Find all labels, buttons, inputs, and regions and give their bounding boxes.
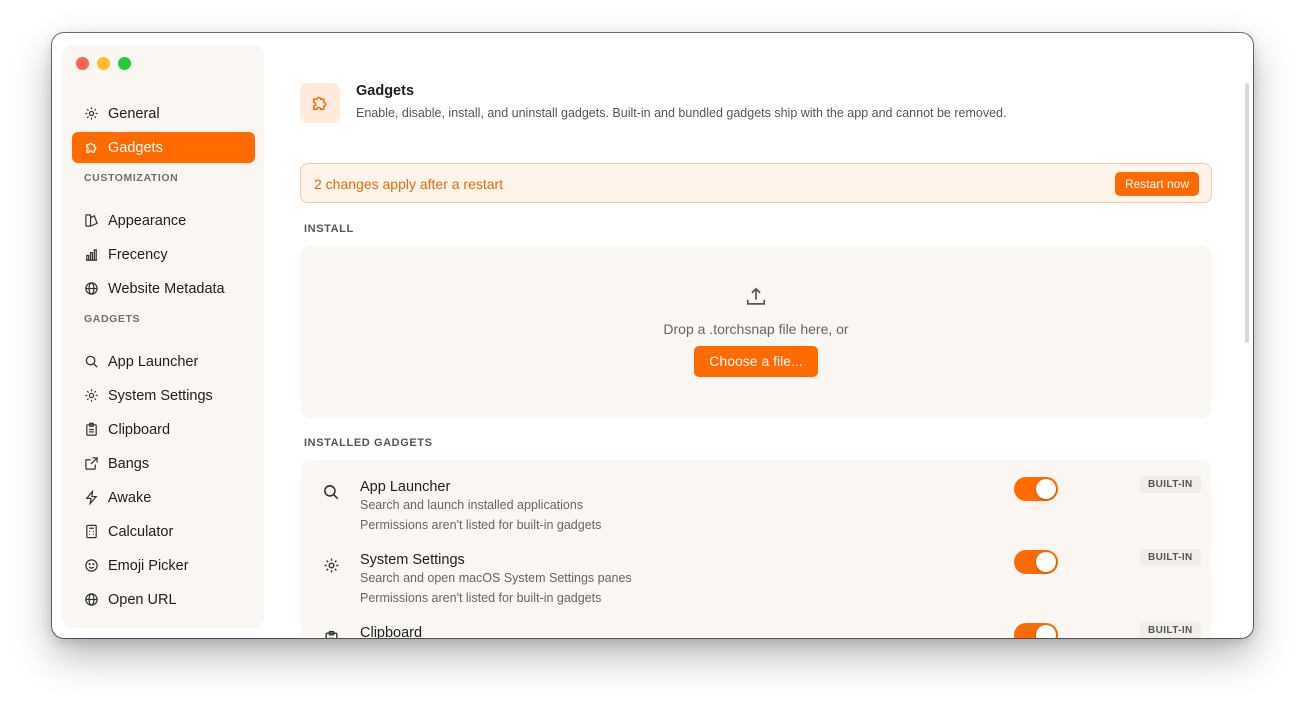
sidebar-section-customization: CUSTOMIZATION: [84, 172, 179, 184]
restart-banner: 2 changes apply after a restart Restart …: [300, 163, 1212, 203]
sidebar-item-label: Awake: [108, 489, 152, 506]
restart-now-button[interactable]: Restart now: [1114, 172, 1199, 196]
dropzone-text: Drop a .torchsnap file here, or: [663, 321, 849, 337]
header-icon-box: [300, 83, 340, 123]
sidebar-item-awake[interactable]: Awake: [72, 482, 255, 513]
toggle-knob: [1036, 552, 1056, 572]
settings-window: General Gadgets CUSTOMIZATION Appearance…: [52, 33, 1253, 638]
sidebar: General Gadgets CUSTOMIZATION Appearance…: [62, 45, 264, 628]
sidebar-item-label: Open URL: [108, 591, 177, 608]
sidebar-item-label: Gadgets: [108, 139, 163, 156]
search-icon: [324, 485, 339, 500]
sidebar-item-system-settings[interactable]: System Settings: [72, 380, 255, 411]
globe-icon: [85, 282, 98, 295]
gear-icon: [85, 389, 98, 402]
sidebar-item-label: General: [108, 105, 160, 122]
sidebar-item-website-metadata[interactable]: Website Metadata: [72, 273, 255, 304]
sidebar-item-bangs[interactable]: Bangs: [72, 448, 255, 479]
sidebar-item-label: Calculator: [108, 523, 174, 540]
gadget-name: App Launcher: [360, 479, 451, 495]
gadget-permissions: Permissions aren't listed for built-in g…: [360, 518, 602, 532]
choose-file-button[interactable]: Choose a file...: [694, 346, 818, 377]
gadget-name: System Settings: [360, 552, 465, 568]
external-link-icon: [85, 457, 98, 470]
close-window-button[interactable]: [76, 57, 89, 70]
sidebar-item-emoji-picker[interactable]: Emoji Picker: [72, 550, 255, 581]
built-in-badge: BUILT-IN: [1140, 476, 1201, 493]
sidebar-item-app-launcher[interactable]: App Launcher: [72, 346, 255, 377]
lightning-icon: [85, 490, 98, 505]
gadget-name: Clipboard: [360, 625, 423, 638]
built-in-badge: BUILT-IN: [1140, 622, 1201, 638]
sidebar-item-clipboard[interactable]: Clipboard: [72, 414, 255, 445]
sidebar-item-label: Appearance: [108, 212, 187, 229]
sidebar-item-calculator[interactable]: Calculator: [72, 516, 255, 547]
page-description: Enable, disable, install, and uninstall …: [356, 106, 1007, 120]
toggle-knob: [1036, 625, 1056, 638]
gadget-row-system-settings: System Settings Search and open macOS Sy…: [300, 533, 1212, 606]
minimize-window-button[interactable]: [97, 57, 110, 70]
smiley-icon: [85, 559, 98, 572]
sidebar-item-label: App Launcher: [108, 353, 199, 370]
search-icon: [85, 355, 98, 368]
sidebar-item-label: Emoji Picker: [108, 557, 189, 574]
page-title: Gadgets: [356, 83, 415, 99]
gadget-enabled-toggle[interactable]: [1014, 623, 1058, 638]
main-content: Gadgets Enable, disable, install, and un…: [300, 33, 1253, 638]
gear-icon: [324, 558, 338, 572]
globe-icon: [85, 593, 98, 606]
clipboard-icon: [324, 630, 338, 638]
installed-gadgets-list: App Launcher Search and launch installed…: [300, 460, 1212, 638]
upload-icon: [746, 287, 766, 305]
gadget-description: Search and open macOS System Settings pa…: [360, 571, 632, 585]
sidebar-item-label: System Settings: [108, 387, 213, 404]
gadget-description: Search and launch installed applications: [360, 498, 584, 512]
sidebar-item-gadgets[interactable]: Gadgets: [72, 132, 255, 163]
sidebar-item-label: Frecency: [108, 246, 168, 263]
sidebar-item-appearance[interactable]: Appearance: [72, 205, 255, 236]
clipboard-icon: [86, 422, 97, 436]
sidebar-item-frecency[interactable]: Frecency: [72, 239, 255, 270]
gadget-row-clipboard: Clipboard BUILT-IN: [300, 606, 1212, 638]
gear-icon: [85, 107, 98, 120]
calculator-icon: [86, 524, 97, 539]
gadget-row-app-launcher: App Launcher Search and launch installed…: [300, 460, 1212, 533]
gadget-permissions: Permissions aren't listed for built-in g…: [360, 591, 602, 605]
file-dropzone[interactable]: Drop a .torchsnap file here, or Choose a…: [300, 246, 1212, 418]
sidebar-item-label: Clipboard: [108, 421, 171, 438]
gadget-icon: [316, 623, 346, 638]
sidebar-item-open-url[interactable]: Open URL: [72, 584, 255, 615]
window-controls: [76, 57, 131, 70]
gadget-icon: [316, 550, 346, 580]
puzzle-icon: [313, 96, 327, 110]
sidebar-section-gadgets: GADGETS: [84, 313, 141, 325]
restart-banner-text: 2 changes apply after a restart: [314, 176, 504, 192]
palette-icon: [85, 214, 98, 227]
installed-section-label: INSTALLED GADGETS: [304, 437, 433, 449]
puzzle-icon: [86, 142, 97, 153]
sidebar-item-general[interactable]: General: [72, 98, 255, 129]
gadget-enabled-toggle[interactable]: [1014, 550, 1058, 574]
bar-chart-icon: [85, 249, 98, 261]
gadget-enabled-toggle[interactable]: [1014, 477, 1058, 501]
toggle-knob: [1036, 479, 1056, 499]
sidebar-item-label: Bangs: [108, 455, 150, 472]
sidebar-item-label: Website Metadata: [108, 280, 225, 297]
zoom-window-button[interactable]: [118, 57, 131, 70]
scrollbar[interactable]: [1245, 83, 1249, 343]
built-in-badge: BUILT-IN: [1140, 549, 1201, 566]
gadget-icon: [316, 477, 346, 507]
install-section-label: INSTALL: [304, 223, 354, 235]
